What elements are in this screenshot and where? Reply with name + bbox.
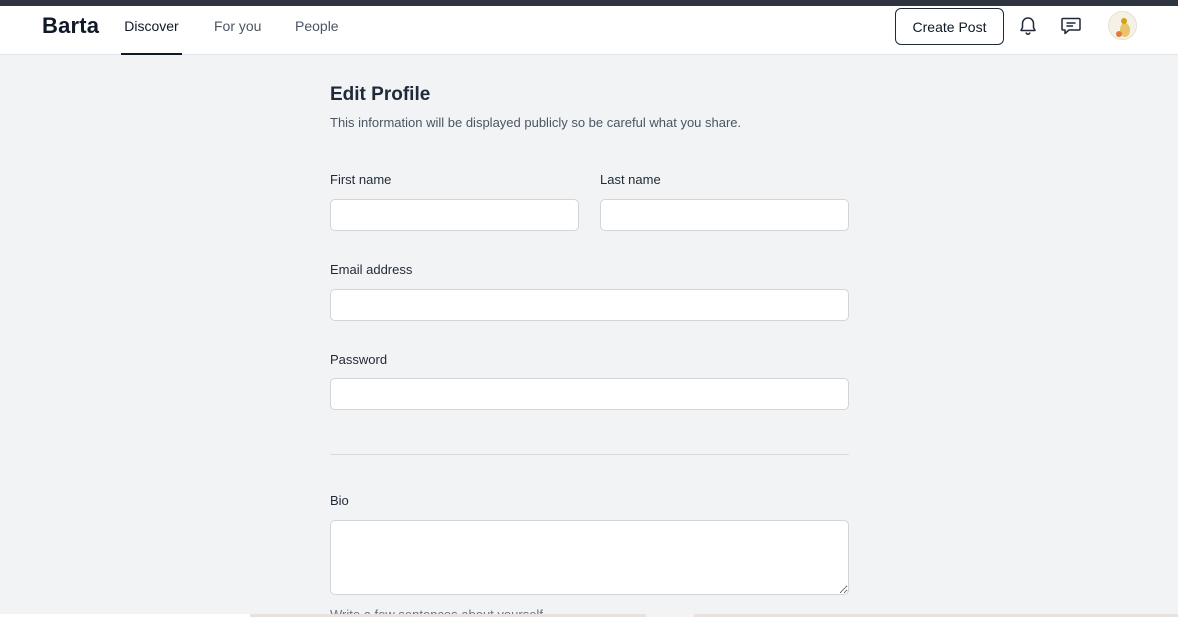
chat-icon[interactable] bbox=[1059, 15, 1083, 37]
form-divider bbox=[330, 454, 849, 455]
avatar[interactable] bbox=[1108, 11, 1137, 40]
bell-icon[interactable] bbox=[1016, 15, 1040, 37]
create-post-button[interactable]: Create Post bbox=[895, 8, 1004, 45]
first-name-label: First name bbox=[330, 172, 392, 187]
tab-people[interactable]: People bbox=[295, 18, 339, 55]
page-subtitle: This information will be displayed publi… bbox=[330, 115, 742, 130]
bio-textarea[interactable] bbox=[330, 520, 849, 595]
password-field[interactable] bbox=[330, 378, 849, 410]
tab-discover[interactable]: Discover bbox=[121, 18, 182, 55]
email-label: Email address bbox=[330, 262, 413, 277]
last-name-label: Last name bbox=[600, 172, 661, 187]
page-title: Edit Profile bbox=[330, 84, 431, 105]
password-label: Password bbox=[330, 352, 388, 367]
bio-label: Bio bbox=[330, 493, 349, 508]
tab-for-you[interactable]: For you bbox=[214, 18, 261, 55]
top-navbar: Barta Discover For you People Create Pos… bbox=[0, 6, 1178, 55]
email-field[interactable] bbox=[330, 289, 849, 321]
brand-logo[interactable]: Barta bbox=[42, 13, 99, 39]
first-name-field[interactable] bbox=[330, 199, 579, 231]
last-name-field[interactable] bbox=[600, 199, 849, 231]
